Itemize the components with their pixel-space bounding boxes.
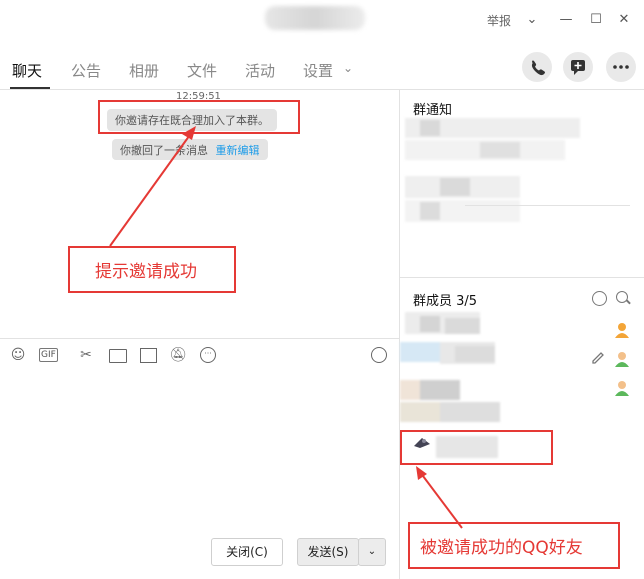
scissors-icon[interactable]: ✂ [77,346,95,364]
call-button[interactable] [522,52,552,82]
tab-activity[interactable]: 活动 [245,60,275,81]
blurred-window-title [265,6,365,30]
tab-settings[interactable]: 设置 [303,60,333,81]
callout-arrow [109,126,196,247]
member-settings-icon[interactable] [592,291,607,306]
member-avatar-icon [615,352,629,367]
edit-pencil-icon[interactable] [591,351,605,365]
add-message-button[interactable] [563,52,593,82]
blurred-notice-content [405,118,625,228]
message-plus-icon [571,60,585,75]
report-link[interactable]: 举报 [487,12,511,29]
settings-chevron-icon[interactable]: ⌄ [343,61,353,75]
folder-icon[interactable] [109,349,127,363]
close-chat-button[interactable]: 关闭(C) [211,538,283,566]
chevron-down-icon[interactable]: ⌄ [523,11,541,29]
bell-off-icon[interactable]: 🔕︎ [169,346,187,364]
emoji-icon[interactable]: ☺ [9,346,27,364]
notice-divider [465,205,630,206]
maximize-button[interactable]: ☐ [587,11,605,29]
more-tools-icon[interactable]: ··· [200,347,216,363]
search-icon-handle [626,299,631,305]
member-avatar-icon [615,381,629,396]
reedit-link[interactable]: 重新编辑 [216,144,260,157]
phone-icon [531,60,545,76]
tabs-divider [0,89,644,90]
members-title: 群成员 3/5 [413,294,478,309]
minimize-button[interactable]: — [557,11,575,29]
friend-callout-label: 被邀请成功的QQ好友 [420,538,583,558]
tab-chat[interactable]: 聊天 [12,60,42,81]
more-button[interactable] [606,52,636,82]
more-dots-icon [613,65,629,69]
member-role-icon [615,323,629,338]
image-icon[interactable] [140,348,157,363]
send-button[interactable]: 发送(S) [297,538,359,566]
gif-icon[interactable]: GIF [39,348,58,362]
close-button[interactable]: ✕ [615,11,633,29]
composer-divider [0,338,399,339]
blurred-member-list [400,312,510,422]
tab-album[interactable]: 相册 [129,60,159,81]
history-clock-icon[interactable] [371,347,387,363]
send-options-chevron-icon[interactable]: ⌄ [358,538,386,566]
members-divider [400,277,644,278]
tab-files[interactable]: 文件 [187,60,217,81]
group-notice-title: 群通知 [413,103,453,118]
invite-callout-label: 提示邀请成功 [95,262,197,282]
invited-friend-highlight-box [400,430,553,465]
tab-announcement[interactable]: 公告 [71,60,101,81]
